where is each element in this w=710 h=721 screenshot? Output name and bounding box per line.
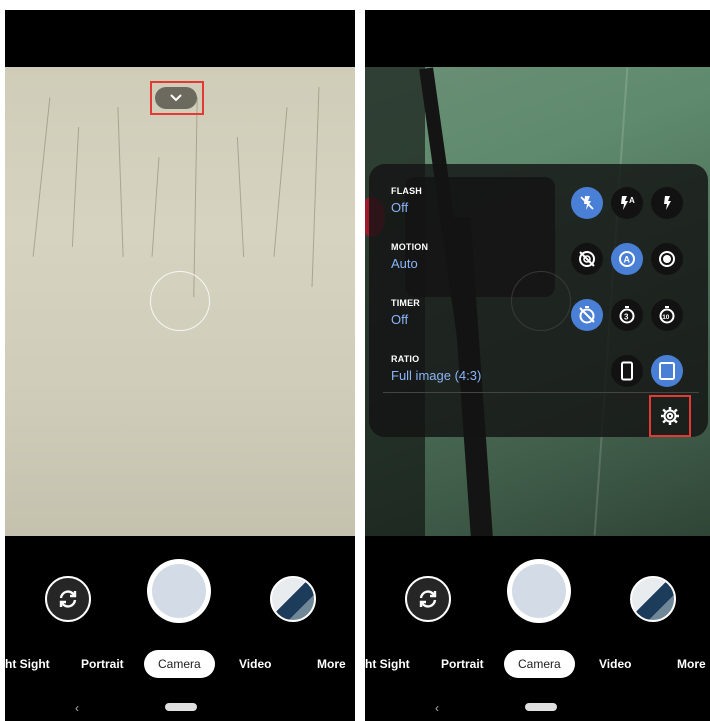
- motion-label: MOTION: [391, 242, 429, 252]
- camera-controls: ht Sight Portrait Camera Video More ‹: [5, 536, 355, 721]
- ratio-4-3-icon: [659, 362, 675, 380]
- timer-3s-icon: 3: [619, 306, 635, 324]
- flash-off-icon: [580, 196, 594, 210]
- timer-off-button[interactable]: [571, 299, 603, 331]
- svg-text:10: 10: [662, 314, 670, 321]
- camera-viewfinder[interactable]: [5, 67, 355, 536]
- camera-controls: ht Sight Portrait Camera Video More ‹: [365, 536, 710, 721]
- flash-value: Off: [391, 200, 409, 215]
- svg-text:A: A: [629, 196, 635, 205]
- mode-selector: ht Sight Portrait Camera Video More: [5, 650, 355, 678]
- mode-camera[interactable]: Camera: [144, 650, 215, 678]
- mode-night-sight[interactable]: ht Sight: [365, 650, 410, 678]
- setting-timer: TIMER Off: [391, 298, 420, 327]
- flash-auto-icon: A: [621, 196, 635, 210]
- switch-camera-button[interactable]: [45, 576, 91, 622]
- motion-on-button[interactable]: [651, 243, 683, 275]
- mode-camera[interactable]: Camera: [504, 650, 575, 678]
- highlight-box: [150, 81, 204, 115]
- motion-on-icon: [659, 251, 675, 267]
- setting-flash: FLASH Off: [391, 186, 422, 215]
- switch-camera-icon: [419, 590, 437, 608]
- flash-off-button[interactable]: [571, 187, 603, 219]
- svg-text:3: 3: [624, 313, 629, 322]
- motion-value: Auto: [391, 256, 418, 271]
- mode-night-sight[interactable]: ht Sight: [5, 650, 50, 678]
- gallery-thumbnail[interactable]: [270, 576, 316, 622]
- mode-more[interactable]: More: [677, 650, 706, 678]
- phone-screen-left: ht Sight Portrait Camera Video More ‹: [5, 10, 355, 721]
- nav-home-pill[interactable]: [525, 703, 557, 711]
- panel-divider: [383, 392, 699, 393]
- timer-3s-button[interactable]: 3: [611, 299, 643, 331]
- nav-back-button[interactable]: ‹: [435, 701, 439, 715]
- mode-portrait[interactable]: Portrait: [441, 650, 484, 678]
- mode-video[interactable]: Video: [239, 650, 271, 678]
- flash-on-icon: [664, 196, 671, 210]
- mode-portrait[interactable]: Portrait: [81, 650, 124, 678]
- ratio-16-9-button[interactable]: [611, 355, 643, 387]
- quick-settings-panel: FLASH Off A MOTION Auto A TIMER Off 3 10…: [369, 164, 708, 437]
- mode-video[interactable]: Video: [599, 650, 631, 678]
- gallery-thumbnail[interactable]: [630, 576, 676, 622]
- nav-back-button[interactable]: ‹: [75, 701, 79, 715]
- mode-selector: ht Sight Portrait Camera Video More: [365, 650, 710, 678]
- flash-on-button[interactable]: [651, 187, 683, 219]
- switch-camera-icon: [59, 590, 77, 608]
- focus-ring: [150, 271, 210, 331]
- motion-auto-button[interactable]: A: [611, 243, 643, 275]
- mode-more[interactable]: More: [317, 650, 346, 678]
- ratio-4-3-button[interactable]: [651, 355, 683, 387]
- ratio-label: RATIO: [391, 354, 420, 364]
- ratio-16-9-icon: [621, 361, 633, 381]
- highlight-box: [649, 395, 691, 437]
- motion-off-icon: [579, 251, 595, 267]
- setting-motion: MOTION Auto: [391, 242, 428, 271]
- timer-value: Off: [391, 312, 409, 327]
- timer-label: TIMER: [391, 298, 420, 308]
- timer-10s-button[interactable]: 10: [651, 299, 683, 331]
- timer-off-icon: [579, 306, 595, 324]
- ratio-value: Full image (4:3): [391, 368, 482, 383]
- switch-camera-button[interactable]: [405, 576, 451, 622]
- svg-text:A: A: [624, 255, 631, 265]
- motion-off-button[interactable]: [571, 243, 603, 275]
- shutter-button[interactable]: [147, 559, 211, 623]
- setting-ratio: RATIO Full image (4:3): [391, 354, 481, 383]
- flash-auto-button[interactable]: A: [611, 187, 643, 219]
- flash-label: FLASH: [391, 186, 422, 196]
- camera-viewfinder[interactable]: FLASH Off A MOTION Auto A TIMER Off 3 10…: [365, 67, 710, 536]
- shutter-button[interactable]: [507, 559, 571, 623]
- motion-auto-icon: A: [619, 251, 635, 267]
- nav-home-pill[interactable]: [165, 703, 197, 711]
- timer-10s-icon: 10: [659, 306, 675, 324]
- phone-screen-right: FLASH Off A MOTION Auto A TIMER Off 3 10…: [365, 10, 710, 721]
